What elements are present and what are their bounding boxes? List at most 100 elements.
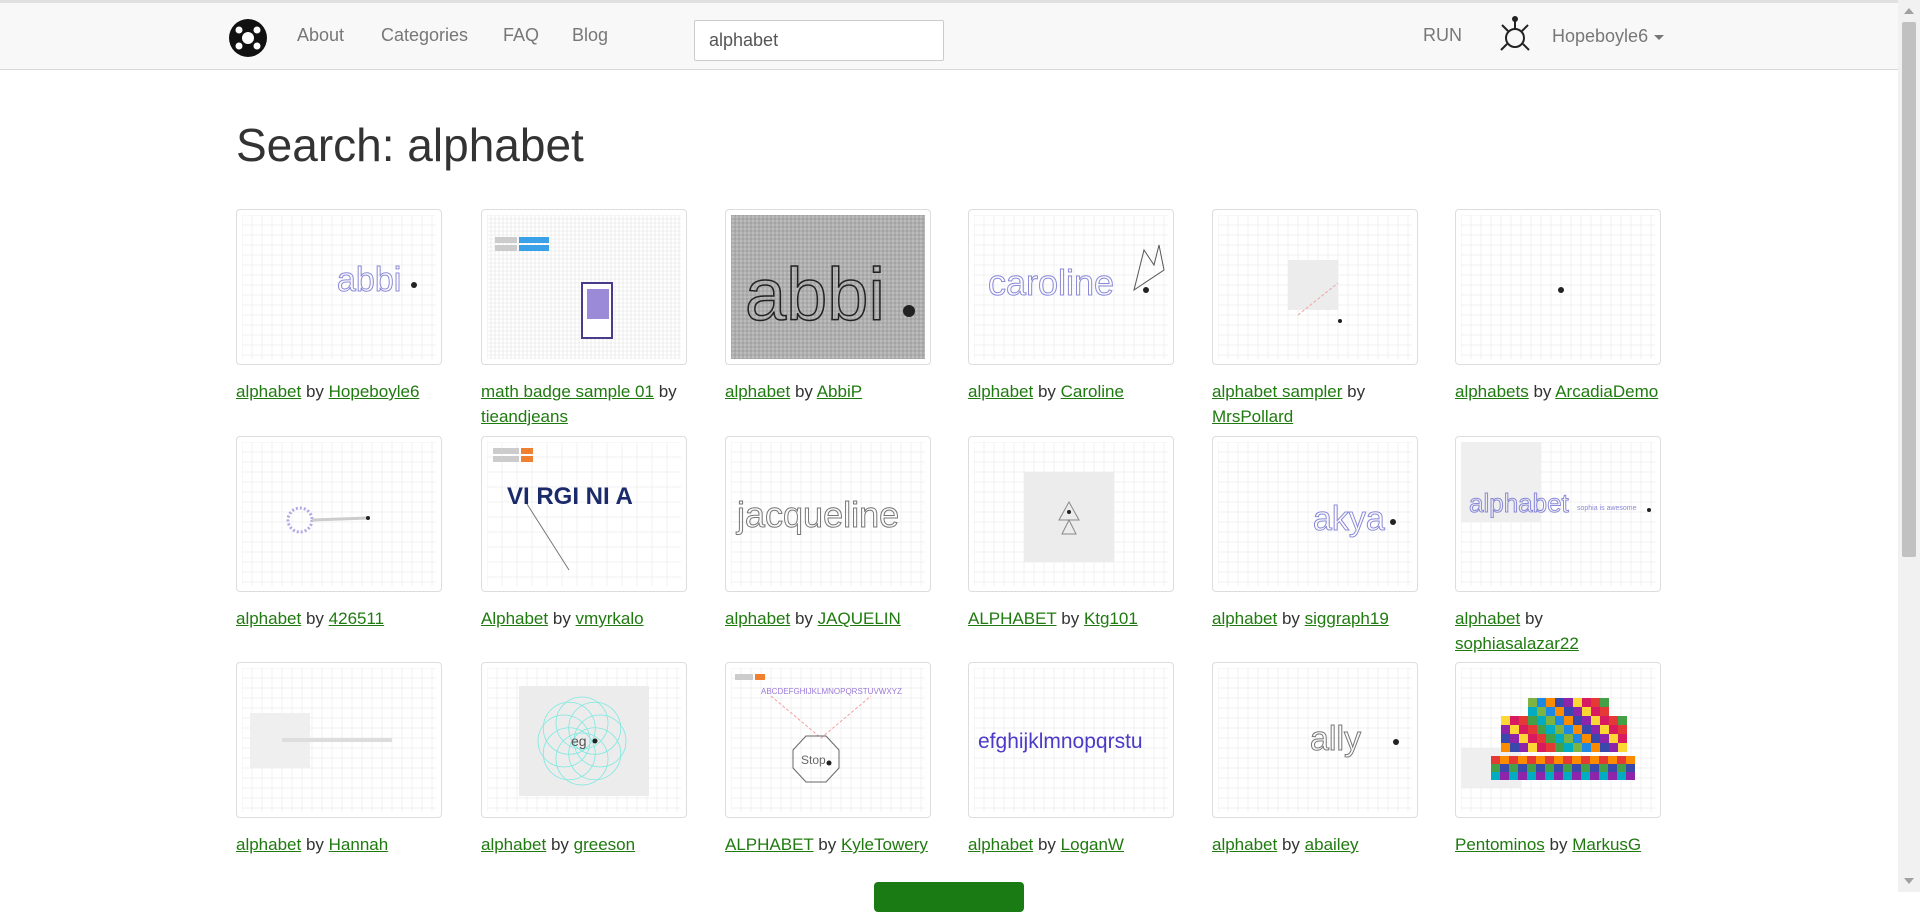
result-author-link[interactable]: MrsPollard [1212, 407, 1293, 426]
result-thumbnail[interactable] [481, 209, 687, 365]
result-caption: Pentominos by MarkusG [1455, 832, 1670, 857]
svg-text:eg: eg [571, 733, 587, 749]
turtle-logo-icon[interactable] [229, 19, 267, 57]
result-card: alphabet by Hannah [236, 662, 442, 857]
result-card: abbi alphabet by AbbiP [725, 209, 931, 404]
result-title-link[interactable]: ALPHABET [968, 609, 1057, 628]
result-card: VI RGI NI A Alphabet by vmyrkalo [481, 436, 687, 631]
result-title-link[interactable]: alphabet [236, 835, 301, 854]
result-author-link[interactable]: 426511 [329, 609, 384, 628]
result-author-link[interactable]: JAQUELIN [818, 609, 901, 628]
result-title-link[interactable]: alphabet [236, 609, 301, 628]
thumbnail-drawing: abbi [242, 215, 436, 359]
turtle-avatar-icon[interactable] [1494, 15, 1536, 57]
nav-about[interactable]: About [297, 25, 344, 46]
result-author-link[interactable]: tieandjeans [481, 407, 568, 426]
result-title-link[interactable]: alphabet [236, 382, 301, 401]
result-thumbnail[interactable]: abbi [236, 209, 442, 365]
by-label: by [552, 609, 576, 628]
scrollbar[interactable] [1898, 0, 1920, 892]
by-label: by [1037, 835, 1061, 854]
svg-text:caroline: caroline [988, 262, 1114, 303]
result-thumbnail[interactable] [236, 436, 442, 592]
result-title-link[interactable]: alphabet [1212, 609, 1277, 628]
result-thumbnail[interactable] [968, 436, 1174, 592]
result-card: alphabet sophia is awesome alphabet by sop… [1455, 436, 1661, 656]
result-author-link[interactable]: Caroline [1061, 382, 1124, 401]
result-card: ALPHABET by Ktg101 [968, 436, 1174, 631]
result-author-link[interactable]: LoganW [1061, 835, 1124, 854]
result-title-link[interactable]: alphabet [481, 835, 546, 854]
result-author-link[interactable]: greeson [574, 835, 635, 854]
result-author-link[interactable]: siggraph19 [1305, 609, 1389, 628]
scroll-down-icon[interactable] [1904, 878, 1914, 884]
chevron-down-icon [1654, 34, 1665, 40]
result-author-link[interactable]: Hopeboyle6 [329, 382, 420, 401]
result-author-link[interactable]: vmyrkalo [576, 609, 644, 628]
result-card: ABCDEFGHIJKLMNOPQRSTUVWXYZ Stop ALPHABET b… [725, 662, 931, 857]
result-title-link[interactable]: alphabet [1212, 835, 1277, 854]
result-caption: alphabets by ArcadiaDemo [1455, 379, 1670, 404]
result-thumbnail[interactable] [1455, 209, 1661, 365]
result-card: math badge sample 01 by tieandjeans [481, 209, 687, 429]
result-author-link[interactable]: Hannah [329, 835, 389, 854]
result-author-link[interactable]: AbbiP [817, 382, 862, 401]
search-input[interactable] [694, 20, 944, 61]
result-thumbnail[interactable]: akya [1212, 436, 1418, 592]
svg-text:abbi: abbi [337, 261, 401, 299]
result-thumbnail[interactable] [1212, 209, 1418, 365]
nav-blog[interactable]: Blog [572, 25, 608, 46]
result-caption: alphabet by LoganW [968, 832, 1183, 857]
result-title-link[interactable]: alphabet [725, 382, 790, 401]
result-caption: alphabet by JAQUELIN [725, 606, 940, 631]
scroll-thumb[interactable] [1902, 22, 1916, 557]
result-author-link[interactable]: MarkusG [1572, 835, 1641, 854]
result-title-link[interactable]: ALPHABET [725, 835, 814, 854]
result-card: eg alphabet by greeson [481, 662, 687, 857]
result-title-link[interactable]: alphabets [1455, 382, 1529, 401]
result-thumbnail[interactable]: abbi [725, 209, 931, 365]
result-caption: alphabet sampler by MrsPollard [1212, 379, 1427, 429]
result-title-link[interactable]: Pentominos [1455, 835, 1545, 854]
result-card: jacqueline alphabet by JAQUELIN [725, 436, 931, 631]
svg-text:sophia is awesome: sophia is awesome [1577, 505, 1637, 512]
result-card: akya alphabet by siggraph19 [1212, 436, 1418, 631]
result-thumbnail[interactable]: ally [1212, 662, 1418, 818]
load-more-button[interactable] [874, 882, 1024, 912]
result-title-link[interactable]: alphabet [968, 835, 1033, 854]
thumbnail-drawing: efghijklmnopqrstu [974, 668, 1168, 812]
run-link[interactable]: RUN [1423, 25, 1462, 46]
result-title-link[interactable]: alphabet [968, 382, 1033, 401]
result-title-link[interactable]: alphabet [725, 609, 790, 628]
result-thumbnail[interactable]: eg [481, 662, 687, 818]
result-title-link[interactable]: alphabet sampler [1212, 382, 1342, 401]
result-thumbnail[interactable]: ABCDEFGHIJKLMNOPQRSTUVWXYZ Stop [725, 662, 931, 818]
svg-text:akya: akya [1313, 500, 1385, 538]
result-caption: Alphabet by vmyrkalo [481, 606, 696, 631]
result-title-link[interactable]: alphabet [1455, 609, 1520, 628]
result-thumbnail[interactable] [1455, 662, 1661, 818]
result-title-link[interactable]: Alphabet [481, 609, 548, 628]
result-title-link[interactable]: math badge sample 01 [481, 382, 654, 401]
nav-categories[interactable]: Categories [381, 25, 468, 46]
result-thumbnail[interactable] [236, 662, 442, 818]
nav-faq[interactable]: FAQ [503, 25, 539, 46]
thumbnail-drawing: akya [1218, 442, 1412, 586]
result-thumbnail[interactable]: jacqueline [725, 436, 931, 592]
result-author-link[interactable]: Ktg101 [1084, 609, 1138, 628]
by-label: by [794, 609, 818, 628]
by-label: by [1281, 835, 1305, 854]
scroll-up-icon[interactable] [1904, 8, 1914, 14]
result-author-link[interactable]: KyleTowery [841, 835, 928, 854]
user-menu[interactable]: Hopeboyle6 [1552, 26, 1665, 47]
result-thumbnail[interactable]: alphabet sophia is awesome [1455, 436, 1661, 592]
result-thumbnail[interactable]: VI RGI NI A [481, 436, 687, 592]
result-author-link[interactable]: abailey [1305, 835, 1359, 854]
thumbnail-drawing [1461, 215, 1655, 359]
thumbnail-drawing: ABCDEFGHIJKLMNOPQRSTUVWXYZ Stop [731, 668, 925, 812]
by-label: by [1061, 609, 1084, 628]
result-author-link[interactable]: ArcadiaDemo [1555, 382, 1658, 401]
result-thumbnail[interactable]: efghijklmnopqrstu [968, 662, 1174, 818]
result-thumbnail[interactable]: caroline [968, 209, 1174, 365]
result-author-link[interactable]: sophiasalazar22 [1455, 634, 1579, 653]
